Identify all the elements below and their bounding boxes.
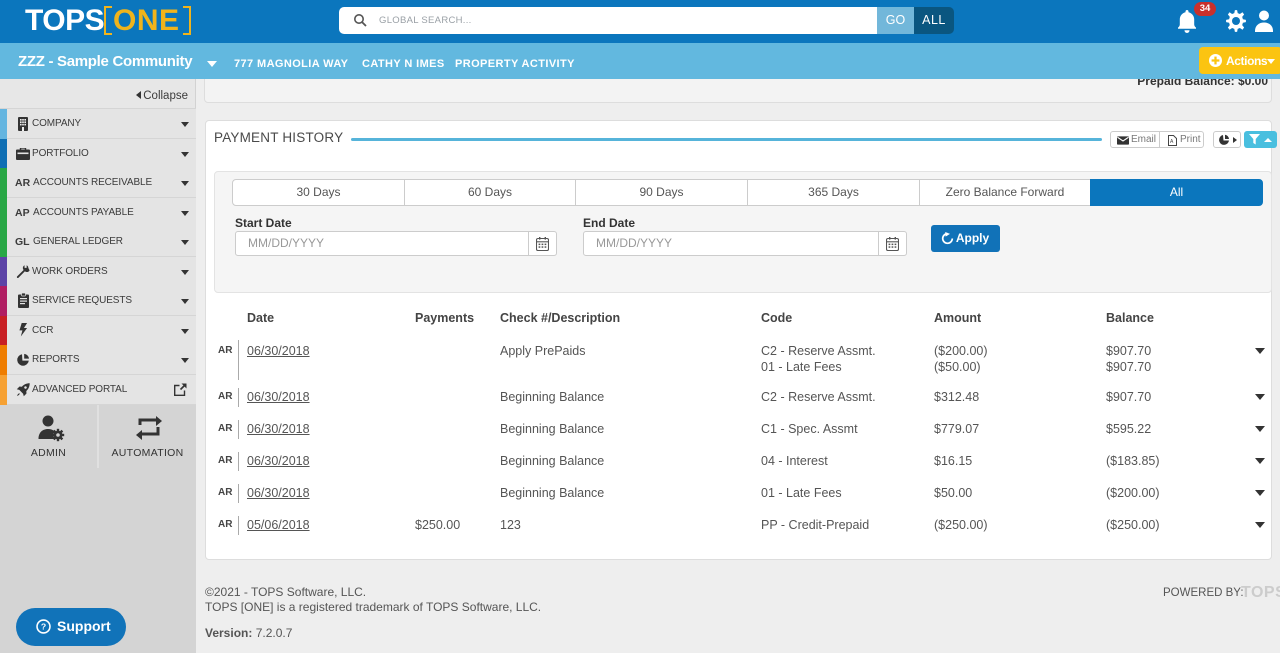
- svg-text:A: A: [1170, 139, 1174, 145]
- svg-text:?: ?: [41, 622, 46, 632]
